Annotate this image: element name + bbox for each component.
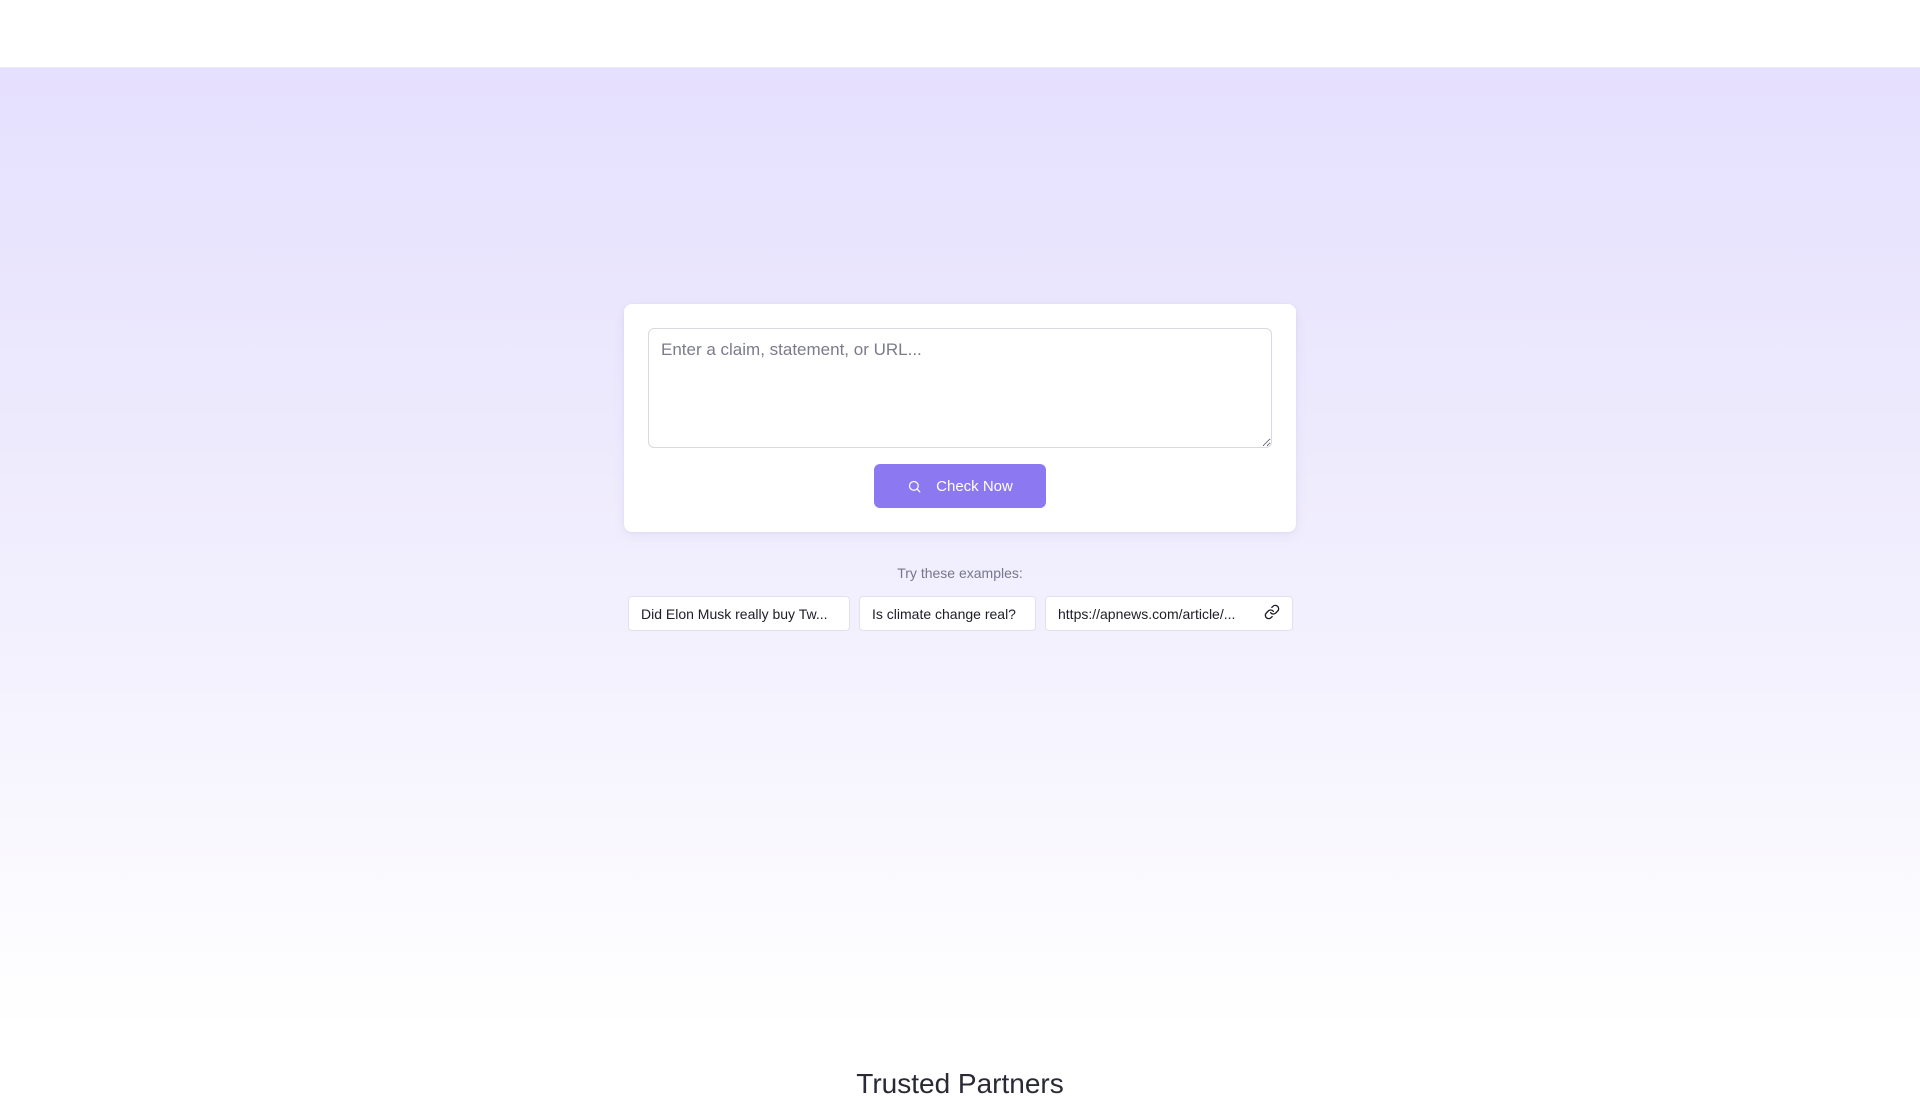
top-navigation-bar [0, 0, 1920, 68]
check-now-button-label: Check Now [936, 477, 1013, 495]
example-chip-apnews-url[interactable]: https://apnews.com/article/... [1045, 596, 1293, 631]
example-chip-climate-change[interactable]: Is climate change real? [859, 596, 1036, 631]
claim-check-card: Check Now [624, 304, 1296, 532]
claim-input[interactable] [648, 328, 1272, 448]
link-icon [1264, 604, 1280, 623]
example-chips: Did Elon Musk really buy Tw... Is climat… [628, 596, 1293, 631]
example-chip-elon-musk[interactable]: Did Elon Musk really buy Tw... [628, 596, 850, 631]
example-chip-label: Did Elon Musk really buy Tw... [641, 605, 828, 622]
examples-label: Try these examples: [897, 565, 1023, 581]
example-chip-label: https://apnews.com/article/... [1058, 605, 1236, 622]
example-chip-label: Is climate change real? [872, 605, 1016, 622]
search-icon [907, 479, 922, 494]
section-title: Trusted Partners [856, 1068, 1064, 1099]
check-now-button[interactable]: Check Now [874, 464, 1046, 508]
